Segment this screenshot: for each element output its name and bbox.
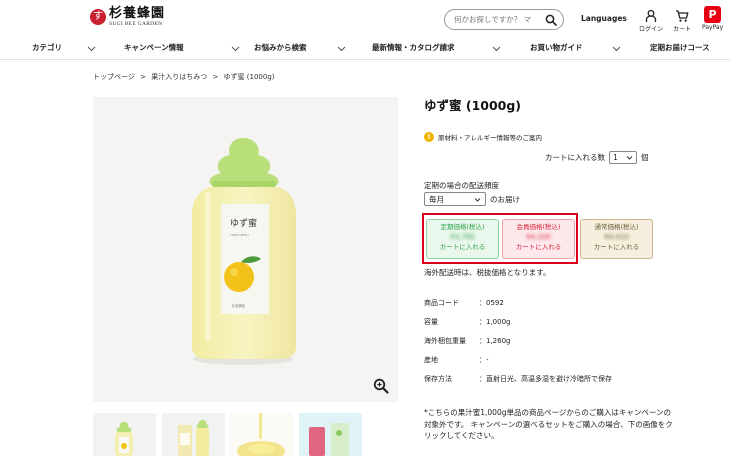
- delivery-frequency-value: 毎月: [429, 194, 444, 204]
- quantity-row: カートに入れる数 1 個: [545, 151, 649, 164]
- product-title: ゆず蜜 (1000g): [424, 98, 522, 113]
- breadcrumb-separator: >: [140, 73, 146, 81]
- nav-item-category[interactable]: カテゴリ: [32, 42, 62, 53]
- delivery-frequency-select[interactable]: 毎月: [424, 192, 486, 206]
- logo-text: 杉養蜂園 SUGI BEE GARDEN: [109, 6, 165, 28]
- regular-add-to-cart: カートに入れる: [593, 243, 640, 251]
- logo-mark: す: [90, 9, 106, 25]
- delivery-frequency-suffix: のお届け: [490, 194, 520, 204]
- thumbnail-pour: [237, 413, 285, 456]
- languages-link[interactable]: Languages: [581, 14, 627, 23]
- nav-item-shopping-guide[interactable]: お買い物ガイド: [530, 42, 583, 53]
- spec-value: ：1,260g: [479, 337, 511, 345]
- zoom-icon[interactable]: [373, 378, 389, 394]
- spec-key: 産地: [424, 356, 438, 364]
- site-header: す 杉養蜂園 SUGI BEE GARDEN Languages ログイン カー…: [0, 0, 730, 38]
- breadcrumb-category[interactable]: 果汁入りはちみつ: [151, 73, 207, 81]
- login-button[interactable]: ログイン: [639, 9, 663, 33]
- allergen-info-link[interactable]: ! 原材料・アレルギー情報等のご案内: [424, 132, 542, 142]
- site-logo[interactable]: す 杉養蜂園 SUGI BEE GARDEN: [90, 6, 165, 28]
- login-label: ログイン: [639, 26, 664, 33]
- info-icon: !: [424, 132, 434, 142]
- cart-label: カート: [673, 26, 692, 33]
- thumbnail-package: [178, 420, 209, 456]
- spec-key: 商品コード: [424, 299, 459, 307]
- campaign-note: *こちらの果汁蜜1,000g単品の商品ページからのご購入はキャンペーンの対象外で…: [424, 408, 673, 440]
- paypay-link[interactable]: P PayPay: [702, 6, 723, 31]
- delivery-frequency-row: 毎月 のお届け: [424, 192, 520, 206]
- spec-value: ：1,000g: [479, 318, 511, 326]
- thumbnail-3[interactable]: [230, 413, 293, 456]
- overseas-tax-notice: 海外配送時は、税抜価格となります。: [424, 268, 551, 277]
- member-price-button[interactable]: 会員価格(税込) ¥4,200 カートに入れる: [502, 219, 575, 259]
- breadcrumb-separator: >: [212, 73, 219, 81]
- chevron-down-icon: [626, 156, 633, 160]
- thumbnail-bottle: [115, 422, 133, 456]
- nav-item-news-catalog[interactable]: 最新情報・カタログ請求: [372, 42, 455, 53]
- chevron-down-icon: [474, 197, 481, 202]
- search-box: [444, 9, 564, 30]
- paypay-label: PayPay: [702, 24, 724, 31]
- member-price-label: 会員価格(税込): [516, 223, 561, 231]
- spec-value: ：直射日光、高温多湿を避け冷暗所で保存: [479, 375, 612, 383]
- search-input[interactable]: [454, 15, 546, 24]
- breadcrumb-top[interactable]: トップページ: [93, 73, 135, 81]
- subscription-add-to-cart: カートに入れる: [439, 243, 486, 251]
- regular-price-label: 通常価格(税込): [594, 223, 639, 231]
- user-icon: [645, 9, 657, 22]
- chevron-down-icon[interactable]: [612, 44, 621, 53]
- spec-key: 保存方法: [424, 375, 452, 383]
- spec-value: ：-: [479, 356, 489, 364]
- bottle-label-brand: 杉養蜂園: [232, 303, 245, 308]
- search-icon[interactable]: [545, 14, 557, 26]
- member-add-to-cart: カートに入れる: [515, 243, 562, 251]
- logo-name: 杉養蜂園: [109, 6, 166, 21]
- spec-value: ：0592: [479, 299, 504, 307]
- chevron-down-icon[interactable]: [492, 44, 501, 53]
- bottle-label-title: ゆず蜜: [230, 217, 257, 229]
- nav-item-concern-search[interactable]: お悩みから検索: [254, 42, 307, 53]
- delivery-frequency-label: 定期の場合の配送頻度: [424, 181, 499, 190]
- breadcrumb: トップページ > 果汁入りはちみつ > ゆず蜜 (1000g): [93, 72, 278, 82]
- allergen-info-label: 原材料・アレルギー情報等のご案内: [438, 134, 542, 142]
- thumbnail-drinks: [309, 423, 349, 456]
- quantity-unit: 個: [641, 153, 649, 162]
- thumbnail-4[interactable]: [299, 413, 362, 456]
- cart-button[interactable]: カート: [673, 9, 691, 33]
- nav-item-campaign[interactable]: キャンペーン情報: [124, 42, 184, 53]
- subscription-price-amount: ¥3,780: [450, 233, 475, 241]
- paypay-icon: P: [704, 6, 722, 23]
- chevron-down-icon[interactable]: [337, 44, 346, 53]
- global-nav: カテゴリ キャンペーン情報 お悩みから検索 最新情報・カタログ請求 お買い物ガイ…: [0, 38, 730, 60]
- bottle-label-subtitle: YUZU MITSU: [230, 233, 249, 237]
- cart-icon: [676, 10, 689, 22]
- honey-bottle-illustration: ゆず蜜 YUZU MITSU 杉養蜂園: [192, 138, 296, 365]
- chevron-down-icon[interactable]: [87, 44, 96, 53]
- nav-item-subscription[interactable]: 定期お届けコース: [650, 42, 710, 53]
- subscription-price-label: 定期価格(税込): [440, 223, 485, 231]
- quantity-value: 1: [613, 153, 618, 162]
- chevron-down-icon[interactable]: [231, 44, 240, 53]
- subscription-price-button[interactable]: 定期価格(税込) ¥3,780 カートに入れる: [426, 219, 499, 259]
- thumbnail-2[interactable]: [162, 413, 225, 456]
- quantity-select[interactable]: 1: [609, 151, 637, 164]
- thumbnail-1[interactable]: [93, 413, 156, 456]
- regular-price-button[interactable]: 通常価格(税込) ¥4,410 カートに入れる: [580, 219, 653, 259]
- quantity-label: カートに入れる数: [545, 153, 605, 162]
- regular-price-amount: ¥4,410: [604, 233, 629, 241]
- spec-key: 容量: [424, 318, 438, 326]
- breadcrumb-current: ゆず蜜 (1000g): [223, 73, 275, 81]
- member-price-amount: ¥4,200: [526, 233, 551, 241]
- spec-key: 海外梱包重量: [424, 337, 466, 345]
- product-main-image[interactable]: ゆず蜜 YUZU MITSU 杉養蜂園: [93, 97, 398, 402]
- logo-subtitle: SUGI BEE GARDEN: [109, 21, 163, 27]
